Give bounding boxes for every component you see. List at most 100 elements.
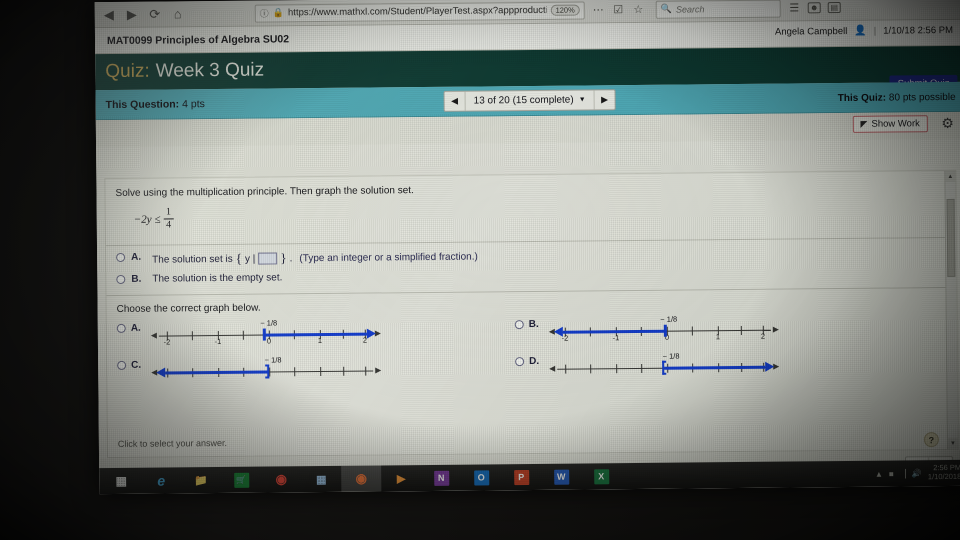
choice-a-text: The solution set is { y | } . (Type an i…	[152, 249, 478, 268]
ray-right-arrow-icon	[765, 361, 775, 372]
laptop-screen-photo: ◀ ▶ ⟳ ⌂ ⓘ 🔒 https://www.mathxl.com/Stude…	[0, 0, 960, 540]
answer-input-a[interactable]	[258, 252, 278, 265]
radio-a[interactable]	[116, 252, 126, 262]
tick	[191, 331, 193, 341]
search-placeholder: Search	[675, 3, 705, 15]
tick	[365, 366, 367, 376]
tick	[565, 364, 567, 374]
quiz-label: Quiz:	[105, 60, 150, 83]
tick	[343, 366, 345, 376]
taskbar-clock[interactable]: 2:56 PM 1/10/2018	[928, 463, 960, 482]
this-question-points: This Question: 4 pts	[106, 98, 205, 111]
search-input[interactable]: 🔍 Search	[655, 0, 781, 19]
choice-a-letter: A.	[131, 251, 142, 263]
chrome-button[interactable]: ◉	[261, 466, 301, 492]
folder-icon: 📁	[194, 474, 209, 487]
help-button[interactable]: ?	[923, 432, 939, 448]
powerpoint-button[interactable]: P	[501, 464, 541, 490]
tick	[294, 367, 296, 377]
page-content: MAT0099 Principles of Algebra SU02 Quiz:…	[94, 19, 960, 495]
excel-button[interactable]: X	[581, 463, 621, 489]
tick	[616, 364, 618, 374]
page-actions-icon[interactable]: ▤	[827, 2, 841, 14]
this-quiz-points: This Quiz: 80 pts possible	[838, 92, 956, 104]
chrome-icon: ◉	[275, 471, 287, 487]
onenote-icon: N	[433, 470, 449, 486]
scrollbar-thumb[interactable]	[946, 198, 956, 278]
radio-graph-a[interactable]	[116, 323, 126, 333]
show-work-icon: ◤	[860, 118, 868, 129]
edge-icon: e	[157, 472, 166, 489]
tick	[242, 330, 244, 340]
zoom-level-badge[interactable]: 120%	[550, 4, 580, 16]
forward-arrow-icon[interactable]: ▶	[124, 7, 140, 22]
this-question-label: This Question:	[105, 97, 180, 111]
graph-a-letter: A.	[130, 322, 141, 334]
word-button[interactable]: W	[541, 464, 581, 490]
tick-label: 2	[760, 331, 766, 341]
media-player-button[interactable]: ▶	[381, 465, 421, 491]
solution-ray	[165, 370, 270, 375]
star-bookmark-icon[interactable]: ☆	[632, 3, 645, 16]
tick	[269, 367, 271, 377]
question-navigator-dropdown[interactable]: 13 of 20 (15 complete) ▼	[466, 90, 594, 110]
battery-icon[interactable]: ■	[889, 469, 894, 478]
prev-question-button[interactable]: ◀	[444, 91, 466, 111]
store-button[interactable]: 🛒	[221, 467, 261, 493]
expression-relation: ≤	[154, 213, 161, 226]
reload-icon[interactable]: ⟳	[147, 7, 163, 22]
axis-left-arrow-icon	[150, 332, 157, 339]
firefox-button[interactable]: ◉	[341, 465, 382, 492]
graph-choice-d[interactable]: D. − 1/8	[515, 352, 780, 383]
fraction-denominator: 4	[166, 219, 172, 231]
radio-b[interactable]	[116, 274, 126, 284]
onenote-button[interactable]: N	[421, 465, 461, 491]
back-arrow-icon[interactable]: ◀	[101, 7, 117, 22]
system-tray: ▲ ■ ▕ 🔊 2:56 PM 1/10/2018	[875, 463, 960, 482]
graph-choice-b[interactable]: B. -2 -1 0 1 2 − 1/8	[514, 315, 779, 346]
search-icon: 🔍	[660, 3, 673, 14]
scroll-up-icon[interactable]: ▲	[945, 170, 956, 183]
number-line-b: -2 -1 0 1 2 − 1/8	[548, 315, 779, 345]
gear-icon[interactable]: ⚙	[941, 115, 954, 131]
start-button[interactable]: ▦	[101, 468, 141, 494]
address-bar[interactable]: ⓘ 🔒 https://www.mathxl.com/Student/Playe…	[254, 0, 585, 23]
home-icon[interactable]: ⌂	[170, 6, 186, 21]
graph-b-letter: B.	[528, 318, 539, 331]
calculator-button[interactable]: ▦	[301, 466, 341, 492]
radio-graph-d[interactable]	[515, 357, 525, 367]
outlook-icon: O	[473, 469, 489, 486]
library-icon[interactable]: ☰	[788, 1, 801, 14]
brace-close: }	[280, 250, 287, 266]
overflow-menu-icon[interactable]: ⋯	[592, 3, 605, 16]
axis-right-arrow-icon	[375, 366, 382, 374]
site-info-icon[interactable]: ⓘ	[260, 7, 269, 20]
expression-fraction: 1 4	[163, 206, 174, 231]
show-hidden-icons[interactable]: ▲	[875, 469, 883, 478]
next-question-button[interactable]: ▶	[593, 90, 615, 110]
show-work-button[interactable]: ◤ Show Work	[852, 115, 928, 133]
solution-ray	[262, 332, 367, 337]
person-icon[interactable]: 👤	[854, 26, 867, 37]
network-icon[interactable]: ▕	[900, 469, 906, 478]
radio-graph-c[interactable]	[117, 360, 127, 370]
ray-bracket-endpoint	[265, 364, 270, 379]
graph-choice-c[interactable]: C. − 1/8	[117, 355, 382, 386]
radio-graph-b[interactable]	[514, 320, 524, 330]
edge-button[interactable]: e	[141, 467, 181, 493]
ray-endpoint	[262, 328, 266, 341]
pocket-icon[interactable]: ☑	[612, 3, 625, 16]
choice-a-prefix: The solution set is	[152, 253, 233, 266]
scroll-down-icon[interactable]: ▼	[947, 437, 958, 450]
user-strip: Angela Campbell 👤 | 1/10/18 2:56 PM	[775, 25, 953, 38]
panel-scrollbar[interactable]: ▲ ▼	[944, 170, 958, 450]
file-explorer-button[interactable]: 📁	[181, 467, 221, 493]
brace-open: {	[235, 250, 243, 266]
question-navigator[interactable]: ◀ 13 of 20 (15 complete) ▼ ▶	[443, 89, 616, 112]
outlook-button[interactable]: O	[461, 464, 501, 490]
volume-icon[interactable]: 🔊	[912, 469, 922, 478]
firefox-icon: ◉	[355, 470, 367, 486]
account-icon[interactable]: ☻	[807, 2, 821, 14]
graph-choice-a[interactable]: A. -2 -1 0 1 2 − 1/8	[116, 318, 381, 349]
chevron-down-icon[interactable]: ▼	[579, 96, 586, 103]
